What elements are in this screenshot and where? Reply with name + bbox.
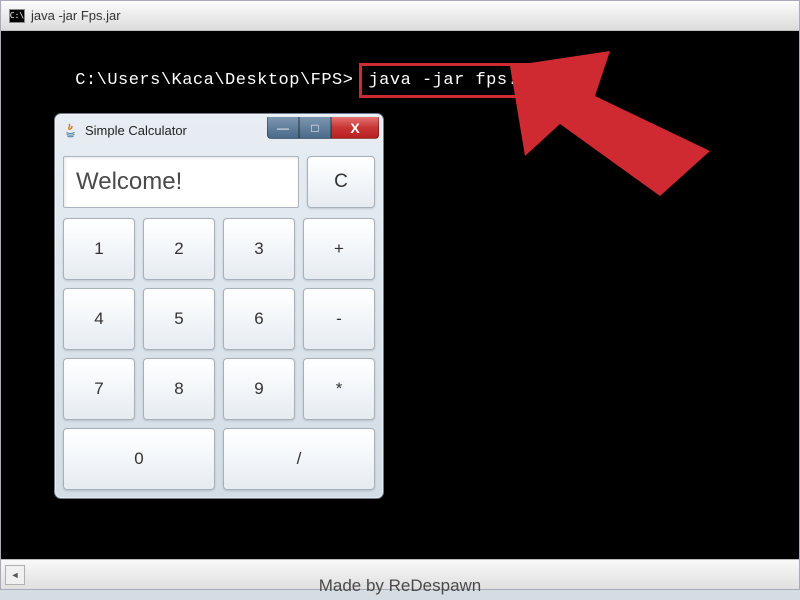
digit-2-button[interactable]: 2: [143, 218, 215, 280]
digit-7-button[interactable]: 7: [63, 358, 135, 420]
digit-5-button[interactable]: 5: [143, 288, 215, 350]
digit-9-button[interactable]: 9: [223, 358, 295, 420]
digit-1-button[interactable]: 1: [63, 218, 135, 280]
calculator-display: Welcome!: [63, 156, 299, 208]
minimize-button[interactable]: —: [267, 117, 299, 139]
calculator-keypad: 1 2 3 + 4 5 6 - 7 8 9 * 0 /: [63, 218, 375, 490]
digit-6-button[interactable]: 6: [223, 288, 295, 350]
maximize-button[interactable]: □: [299, 117, 331, 139]
calculator-title: Simple Calculator: [85, 123, 267, 138]
calculator-window: Simple Calculator — □ X Welcome! C 1 2 3…: [54, 113, 384, 499]
close-button[interactable]: X: [331, 117, 379, 139]
calculator-body: Welcome! C 1 2 3 + 4 5 6 - 7 8 9 * 0 /: [55, 146, 383, 498]
cmd-icon: C:\: [9, 9, 25, 23]
console-prompt: C:\Users\Kaca\Desktop\FPS>: [75, 71, 353, 90]
digit-0-button[interactable]: 0: [63, 428, 215, 490]
console-line: C:\Users\Kaca\Desktop\FPS> java -jar fps.…: [11, 37, 789, 124]
multiply-button[interactable]: *: [303, 358, 375, 420]
clear-button[interactable]: C: [307, 156, 375, 208]
footer-credit: Made by ReDespawn: [0, 576, 800, 596]
calculator-titlebar[interactable]: Simple Calculator — □ X: [55, 114, 383, 146]
minus-button[interactable]: -: [303, 288, 375, 350]
command-prompt-title: java -jar Fps.jar: [31, 8, 121, 23]
digit-3-button[interactable]: 3: [223, 218, 295, 280]
java-icon: [63, 122, 79, 138]
digit-8-button[interactable]: 8: [143, 358, 215, 420]
divide-button[interactable]: /: [223, 428, 375, 490]
command-prompt-titlebar[interactable]: C:\ java -jar Fps.jar: [1, 1, 799, 31]
digit-4-button[interactable]: 4: [63, 288, 135, 350]
console-command-highlight: java -jar fps.jar: [359, 63, 559, 99]
window-controls: — □ X: [267, 117, 383, 139]
plus-button[interactable]: +: [303, 218, 375, 280]
